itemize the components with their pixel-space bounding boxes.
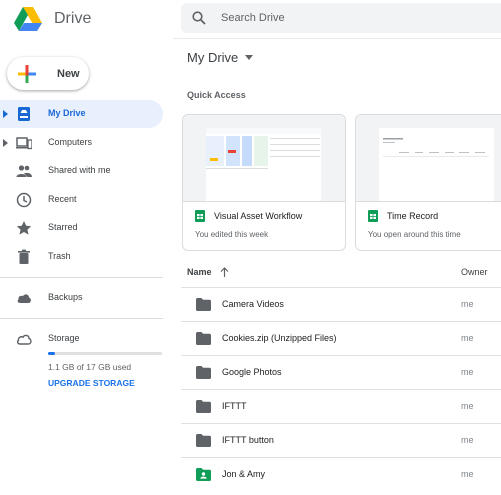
file-name: IFTTT [222, 401, 247, 411]
file-row[interactable]: Google Photos me [181, 355, 501, 390]
app-name: Drive [54, 10, 92, 27]
name-column-header[interactable]: Name [187, 267, 212, 277]
new-button-label: New [57, 67, 80, 80]
sidebar-item-computers[interactable]: Computers [0, 129, 163, 157]
file-row[interactable]: Jon & Amy me [181, 457, 501, 492]
search-icon[interactable] [192, 11, 206, 25]
storage-usage-fill [48, 352, 56, 355]
spreadsheet-preview [379, 128, 494, 201]
cloud-outline-icon [16, 334, 32, 345]
sidebar-divider [0, 318, 163, 319]
clock-icon [16, 192, 32, 208]
file-row[interactable]: IFTTT button me [181, 423, 501, 458]
file-owner: me [461, 469, 474, 479]
sidebar-item-storage[interactable]: Storage [0, 325, 163, 353]
file-row[interactable]: Cookies.zip (Unzipped Files) me [181, 321, 501, 356]
new-button[interactable]: New [7, 57, 89, 90]
file-name: Camera Videos [222, 299, 284, 309]
sidebar-item-shared-with-me[interactable]: Shared with me [0, 157, 163, 185]
file-activity: You edited this week [195, 230, 269, 239]
plus-icon [18, 64, 36, 83]
sort-arrow-up-icon[interactable] [220, 267, 229, 277]
cloud-icon [17, 294, 31, 303]
drive-logo[interactable]: Drive [14, 7, 91, 31]
file-name: Jon & Amy [222, 469, 266, 479]
sidebar-item-my-drive[interactable]: My Drive [0, 100, 163, 128]
sidebar-item-label: Shared with me [48, 165, 111, 175]
sheets-icon [195, 210, 205, 222]
sidebar-item-recent[interactable]: Recent [0, 186, 163, 214]
search-bar[interactable] [181, 3, 501, 33]
file-row[interactable]: IFTTT me [181, 389, 501, 424]
folder-icon [196, 332, 211, 345]
folder-icon [196, 366, 211, 379]
computers-icon [16, 137, 32, 150]
folder-icon [196, 298, 211, 311]
storage-used-text: 1.1 GB of 17 GB used [48, 362, 132, 372]
upgrade-storage-link[interactable]: UPGRADE STORAGE [48, 378, 135, 388]
sidebar-item-starred[interactable]: Starred [0, 214, 163, 242]
trash-icon [18, 249, 30, 264]
sidebar-item-label: Trash [48, 251, 71, 261]
storage-usage-bar [48, 352, 162, 355]
sidebar-item-label: Storage [48, 333, 80, 343]
quick-access-label: Quick Access [187, 90, 246, 100]
sidebar-divider [0, 277, 163, 278]
file-owner: me [461, 367, 474, 377]
file-list-header: Name Owner [187, 267, 501, 281]
sheets-icon [368, 210, 378, 222]
caret-right-icon[interactable] [3, 138, 8, 148]
star-icon [16, 221, 32, 235]
file-activity: You open around this time [368, 230, 461, 239]
file-name: Visual Asset Workflow [214, 211, 303, 221]
folder-icon [196, 400, 211, 413]
people-icon [16, 165, 32, 177]
dropdown-arrow-icon [245, 55, 254, 60]
sidebar-item-label: Computers [48, 137, 93, 147]
sidebar-item-label: Starred [48, 222, 78, 232]
sidebar-item-label: Backups [48, 292, 83, 302]
quick-access-card[interactable]: Time Record You open around this time [355, 114, 501, 251]
page-title-dropdown[interactable]: My Drive [187, 50, 254, 65]
file-name: Time Record [387, 211, 439, 221]
sidebar-item-label: My Drive [48, 108, 86, 118]
header-divider [173, 38, 501, 39]
file-name: Cookies.zip (Unzipped Files) [222, 333, 337, 343]
owner-column-header[interactable]: Owner [461, 267, 488, 277]
sidebar: Drive New My Drive Computers Shared with… [0, 0, 173, 495]
page-title: My Drive [187, 50, 239, 65]
quick-access-card[interactable]: Visual Asset Workflow You edited this we… [182, 114, 346, 251]
sidebar-item-trash[interactable]: Trash [0, 243, 163, 271]
search-input[interactable] [221, 10, 421, 26]
my-drive-icon [18, 107, 30, 121]
file-owner: me [461, 299, 474, 309]
folder-icon [196, 434, 211, 447]
shared-folder-icon [196, 468, 211, 481]
spreadsheet-preview [206, 128, 321, 201]
file-owner: me [461, 333, 474, 343]
caret-right-icon[interactable] [3, 109, 8, 119]
file-name: IFTTT button [222, 435, 274, 445]
main-content: My Drive Quick Access [173, 0, 501, 495]
sidebar-item-label: Recent [48, 194, 77, 204]
file-owner: me [461, 401, 474, 411]
drive-logo-icon [14, 7, 42, 31]
file-name: Google Photos [222, 367, 282, 377]
file-owner: me [461, 435, 474, 445]
sidebar-item-backups[interactable]: Backups [0, 284, 163, 312]
file-thumbnail [356, 115, 501, 202]
file-thumbnail [183, 115, 345, 202]
file-row[interactable]: Camera Videos me [181, 287, 501, 322]
